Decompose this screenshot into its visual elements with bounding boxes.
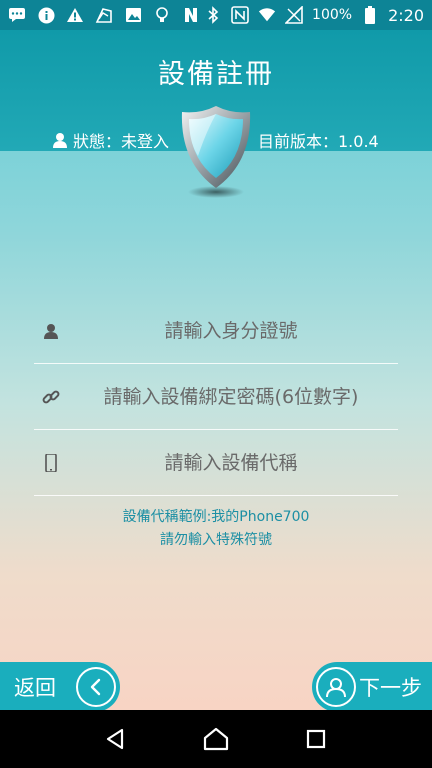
- status-right: 100% 2:20: [204, 6, 424, 25]
- device-name-input[interactable]: [34, 430, 398, 495]
- nav-home-button[interactable]: [196, 719, 236, 759]
- user-outline-icon: [316, 667, 356, 707]
- triangle-back-icon: [106, 728, 124, 750]
- system-nav-bar: [0, 710, 432, 768]
- signal-icon: [285, 6, 303, 24]
- battery-percent: 100%: [312, 7, 353, 23]
- link-icon: [42, 390, 60, 404]
- binding-password-field-row: [34, 364, 398, 430]
- chat-icon: [8, 6, 26, 24]
- id-number-input[interactable]: [34, 298, 398, 363]
- status-left: [8, 6, 200, 24]
- warning-icon: [66, 6, 84, 24]
- hint-no-special-chars: 請勿輸入特殊符號: [160, 532, 272, 548]
- square-recents-icon: [306, 729, 326, 749]
- home-icon: [203, 727, 229, 751]
- clock: 2:20: [388, 5, 424, 25]
- phone-icon: [45, 454, 57, 472]
- user-icon: [53, 133, 67, 148]
- image-icon: [124, 6, 142, 24]
- device-name-field-row: [34, 430, 398, 496]
- back-button[interactable]: 返回: [0, 662, 120, 710]
- info-icon: [37, 6, 55, 24]
- next-step-label: 下一步: [359, 676, 422, 700]
- n-app-icon: [182, 6, 200, 24]
- registration-form: [34, 298, 398, 496]
- device-name-hint: 設備代稱範例:我的Phone700 請勿輸入特殊符號: [0, 506, 432, 552]
- bulb-icon: [153, 6, 171, 24]
- nfc-icon: [231, 6, 249, 24]
- login-status-text: 狀態：未登入: [73, 132, 170, 151]
- app-screen: 設備註冊 狀態：未登入 目前版本：1.0.4 請輸入身分證號 請輸入設備綁定密碼…: [0, 30, 432, 710]
- shield-icon: [181, 106, 251, 198]
- chevron-left-icon: [76, 667, 116, 707]
- nav-recents-button[interactable]: [296, 719, 336, 759]
- nav-back-button[interactable]: [96, 719, 136, 759]
- status-bar: 100% 2:20: [0, 0, 432, 30]
- wifi-icon: [258, 6, 276, 24]
- bluetooth-icon: [204, 6, 222, 24]
- battery-icon: [361, 6, 379, 24]
- login-status: 狀態：未登入: [52, 128, 169, 152]
- page-title: 設備註冊: [158, 59, 274, 90]
- id-number-field-row: [34, 298, 398, 364]
- user-icon: [44, 324, 58, 339]
- back-button-label: 返回: [14, 676, 56, 700]
- tile-icon: [95, 6, 113, 24]
- binding-password-input[interactable]: [34, 364, 398, 429]
- hint-example: 設備代稱範例:我的Phone700: [122, 509, 310, 525]
- version-text: 目前版本：1.0.4: [258, 132, 379, 151]
- next-step-button[interactable]: 下一步: [312, 662, 432, 710]
